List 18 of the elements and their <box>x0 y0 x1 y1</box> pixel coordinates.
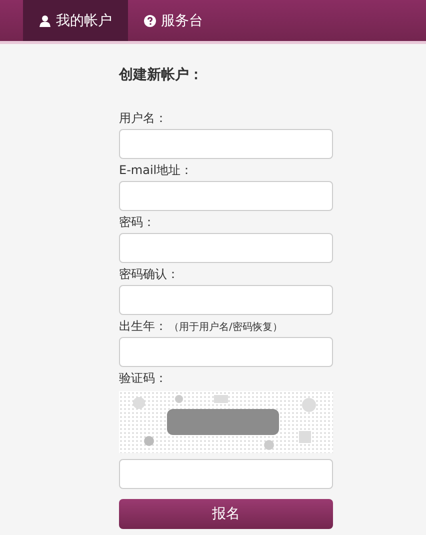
field-label: E-mail地址： <box>119 162 194 179</box>
captcha-field[interactable] <box>119 459 333 489</box>
submit-button[interactable]: 报名 <box>119 499 333 529</box>
field-label: 密码： <box>119 214 156 231</box>
user-icon <box>39 14 51 26</box>
nav-tab[interactable]: 服务台 <box>128 0 219 41</box>
field-label: 用户名： <box>119 110 168 127</box>
input-field[interactable] <box>119 285 333 315</box>
input-field[interactable] <box>119 181 333 211</box>
input-field[interactable] <box>119 129 333 159</box>
input-field[interactable] <box>119 233 333 263</box>
form-title: 创建新帐户： <box>119 66 204 84</box>
help-icon <box>144 14 156 26</box>
input-field[interactable] <box>119 337 333 367</box>
field-label: 密码确认： <box>119 266 180 283</box>
nav-tab[interactable]: 我的帐户 <box>23 0 128 41</box>
field-label: 验证码： <box>119 370 168 387</box>
field-label: 出生年： （用于用户名/密码恢复） <box>119 318 284 335</box>
